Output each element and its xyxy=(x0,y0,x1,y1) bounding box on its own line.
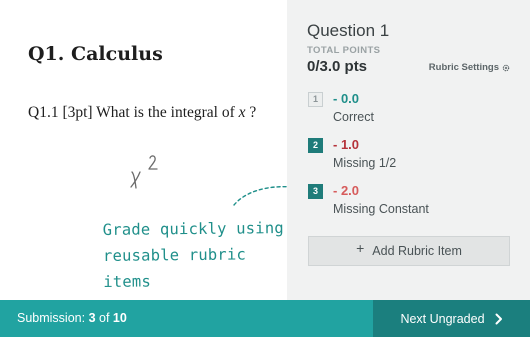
rubric-item-3[interactable]: 3 - 2.0 Missing Constant xyxy=(308,183,508,223)
add-rubric-item-button[interactable]: + Add Rubric Item xyxy=(308,236,510,266)
rubric-item-key: 2 xyxy=(308,138,323,153)
rubric-item-points: - 2.0 xyxy=(333,183,360,198)
rubric-item-key: 3 xyxy=(308,184,323,199)
rubric-settings-button[interactable]: Rubric Settings xyxy=(429,62,510,73)
submission-bar: Submission: 3 of 10 Next Ungraded xyxy=(0,300,530,337)
rubric-item-points: - 0.0 xyxy=(333,91,360,106)
total-points-value: 0/3.0 pts xyxy=(307,58,368,75)
question-title: Question 1 xyxy=(307,21,390,40)
rubric-settings-label: Rubric Settings xyxy=(428,62,499,73)
gear-icon xyxy=(502,64,510,71)
chevron-right-icon xyxy=(495,313,502,324)
submission-of: of xyxy=(95,311,113,325)
rubric-item-description: Missing Constant xyxy=(333,202,429,216)
question-suffix: ? xyxy=(245,104,257,121)
next-ungraded-button[interactable]: Next Ungraded xyxy=(373,300,530,337)
rubric-item-description: Missing 1/2 xyxy=(333,156,397,170)
document-title: Q1. Calculus xyxy=(28,43,163,65)
document-viewer: Q1. Calculus Q1.1 [3pt] What is the inte… xyxy=(0,0,296,300)
plus-icon: + xyxy=(356,240,365,256)
handwritten-answer xyxy=(130,155,158,189)
rubric-item-2[interactable]: 2 - 1.0 Missing 1/2 xyxy=(308,137,508,177)
submission-total: 10 xyxy=(112,311,127,325)
submission-label: Submission: xyxy=(17,311,89,325)
rubric-item-key: 1 xyxy=(308,92,323,107)
rubric-panel: Question 1 TOTAL POINTS 0/3.0 pts Rubric… xyxy=(287,0,530,300)
add-rubric-item-label: Add Rubric Item xyxy=(372,244,462,258)
rubric-item-points: - 1.0 xyxy=(333,137,360,152)
submission-counter: Submission: 3 of 10 xyxy=(17,311,127,325)
question-variable: x xyxy=(238,104,246,121)
annotation-text: Grade quickly using reusable rubric item… xyxy=(103,215,289,295)
rubric-item-1[interactable]: 1 - 0.0 Correct xyxy=(308,91,508,131)
rubric-item-description: Correct xyxy=(333,110,374,124)
submission-current: 3 xyxy=(88,311,96,325)
annotation-line-1: Grade quickly using xyxy=(102,219,284,239)
total-points-label: TOTAL POINTS xyxy=(307,45,381,56)
question-prefix: Q1.1 [3pt] What is the integral of xyxy=(28,104,239,121)
question-text: Q1.1 [3pt] What is the integral of x ? xyxy=(28,104,256,122)
annotation-line-2: reusable rubric items xyxy=(102,245,247,291)
next-ungraded-label: Next Ungraded xyxy=(400,311,485,326)
